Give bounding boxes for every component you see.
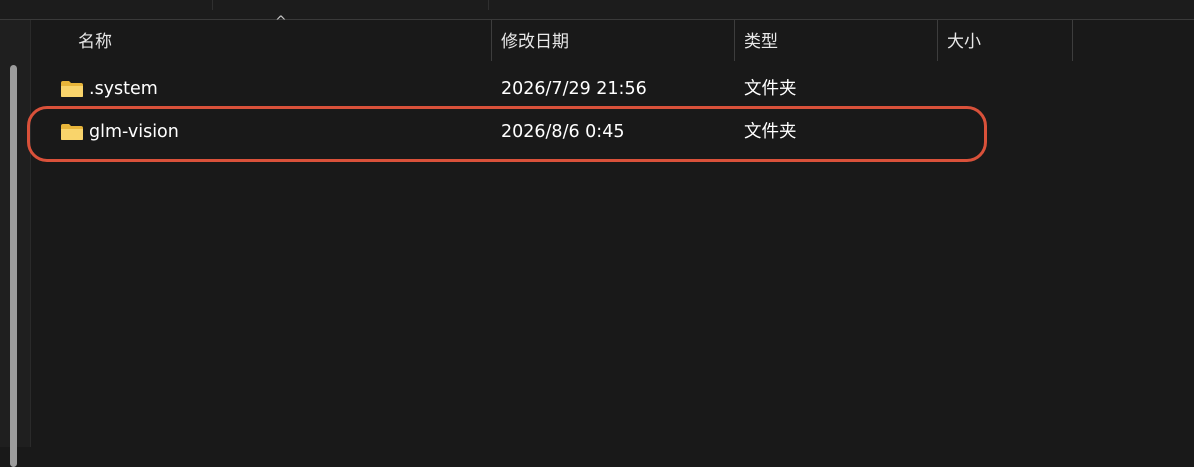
navigation-pane-edge [0, 20, 31, 467]
highlight-annotation [27, 106, 987, 162]
column-divider[interactable] [491, 20, 492, 61]
scrollbar-thumb[interactable] [10, 65, 17, 467]
column-divider[interactable] [937, 20, 938, 61]
toolbar-strip [0, 0, 1194, 20]
column-header-row: ^ 名称 修改日期 类型 大小 [31, 14, 1194, 61]
toolbar-divider [488, 0, 489, 10]
column-divider[interactable] [734, 20, 735, 61]
file-row[interactable]: .system 2026/7/29 21:56 文件夹 [31, 68, 1194, 110]
column-header-size[interactable]: 大小 [947, 20, 1071, 61]
column-divider[interactable] [1072, 20, 1073, 61]
toolbar-divider [212, 0, 213, 10]
column-header-name[interactable]: 名称 [78, 20, 490, 61]
file-modified-date: 2026/7/29 21:56 [501, 79, 647, 99]
folder-icon [61, 81, 83, 97]
file-name[interactable]: .system [89, 68, 158, 110]
file-type: 文件夹 [744, 79, 797, 99]
column-header-date[interactable]: 修改日期 [501, 20, 733, 61]
column-header-type[interactable]: 类型 [744, 20, 936, 61]
